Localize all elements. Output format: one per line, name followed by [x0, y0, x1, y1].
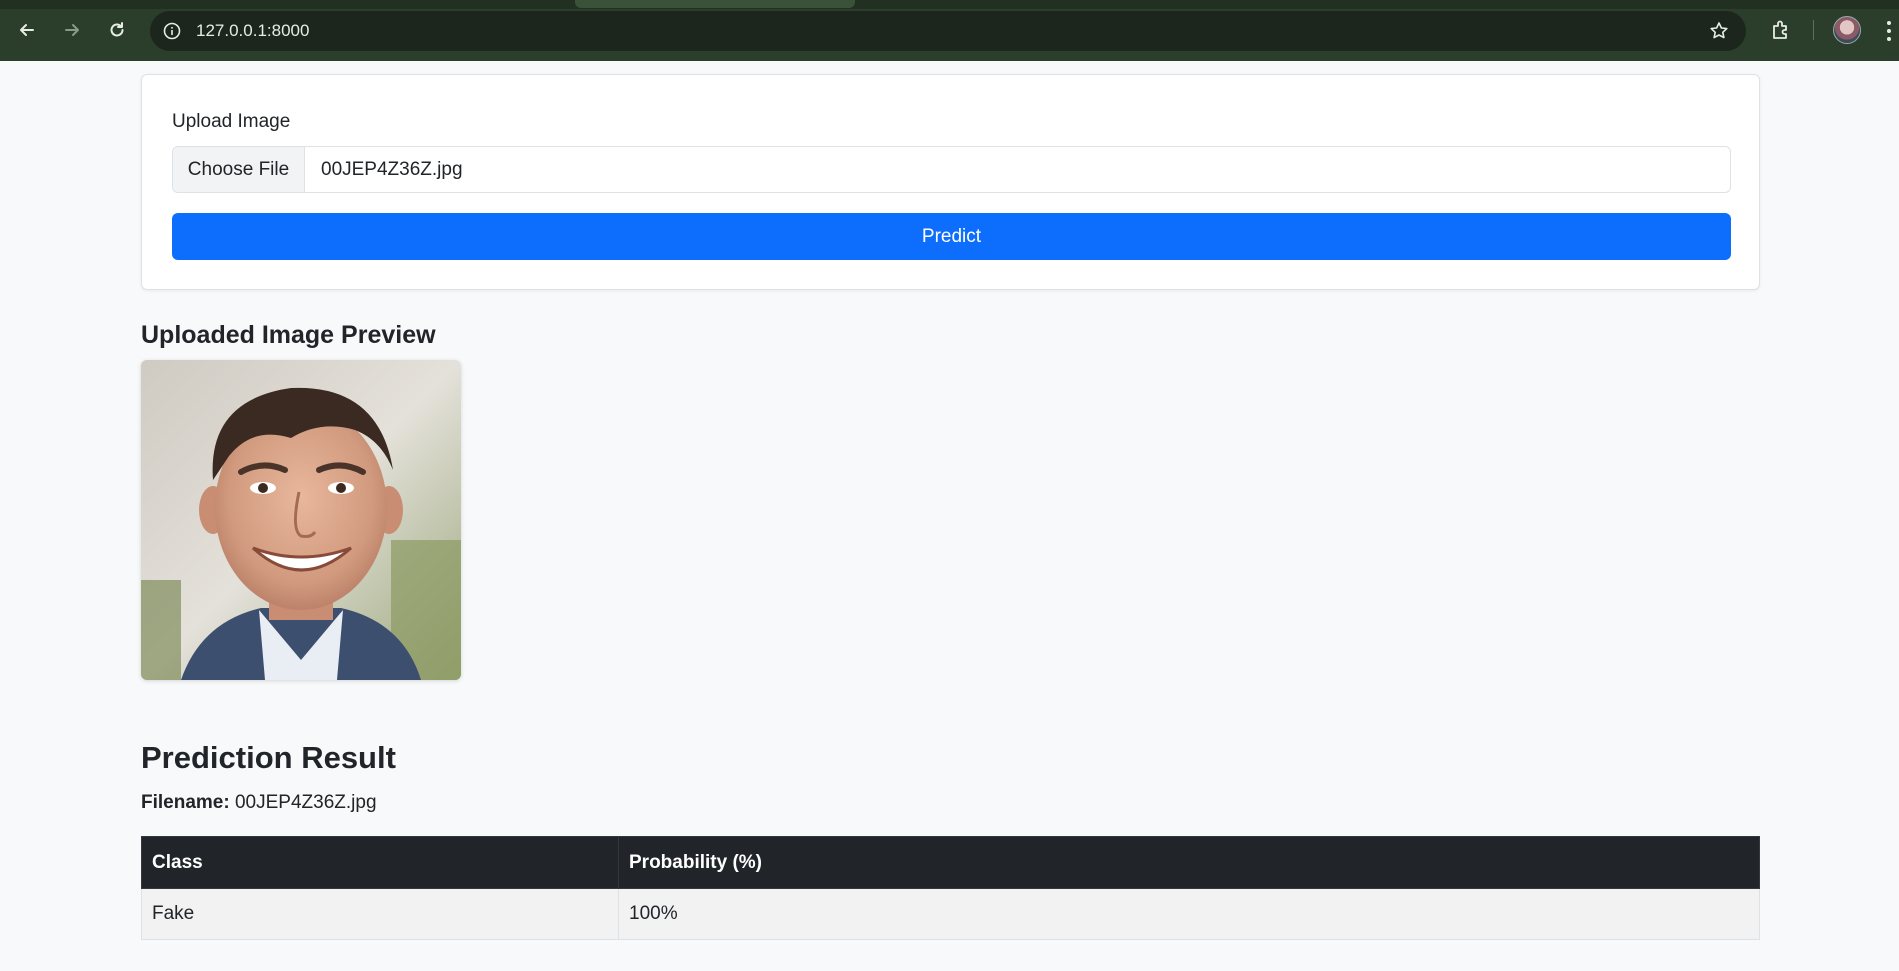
predict-button[interactable]: Predict — [172, 213, 1731, 260]
results-table: Class Probability (%) Fake 100% — [141, 836, 1760, 940]
filename-label: Filename: — [141, 792, 230, 813]
filename-line: Filename: 00JEP4Z36Z.jpg — [141, 792, 377, 814]
profile-avatar[interactable] — [1833, 16, 1861, 44]
toolbar-divider — [1813, 20, 1814, 40]
face-photo — [141, 360, 461, 680]
cell-class: Fake — [141, 888, 619, 940]
file-input[interactable]: Choose File 00JEP4Z36Z.jpg — [172, 146, 1731, 193]
reload-button[interactable] — [100, 13, 134, 47]
forward-button[interactable] — [55, 13, 89, 47]
url-text[interactable]: 127.0.0.1:8000 — [196, 21, 309, 41]
back-arrow-icon — [20, 24, 34, 36]
table-header-row: Class Probability (%) — [141, 836, 1760, 889]
browser-toolbar: 127.0.0.1:8000 — [0, 0, 1899, 61]
upload-label: Upload Image — [172, 111, 291, 132]
column-header-class: Class — [141, 836, 619, 889]
tab-strip — [0, 0, 1899, 9]
preview-heading: Uploaded Image Preview — [141, 321, 436, 349]
result-heading: Prediction Result — [141, 740, 396, 775]
selected-file-name: 00JEP4Z36Z.jpg — [321, 159, 463, 180]
reload-icon — [110, 22, 124, 37]
uploaded-image-preview — [141, 360, 461, 680]
active-tab-edge[interactable] — [575, 0, 855, 8]
filename-value: 00JEP4Z36Z.jpg — [234, 792, 377, 813]
column-header-probability: Probability (%) — [618, 836, 1760, 889]
table-row: Fake 100% — [141, 888, 1760, 940]
back-button[interactable] — [10, 13, 44, 47]
info-icon[interactable] — [162, 21, 182, 41]
address-bar[interactable]: 127.0.0.1:8000 — [150, 11, 1746, 51]
extensions-icon[interactable] — [1768, 17, 1794, 43]
upload-card: Upload Image Choose File 00JEP4Z36Z.jpg … — [141, 74, 1760, 290]
menu-dots-icon[interactable] — [1885, 18, 1893, 44]
star-icon[interactable] — [1708, 20, 1730, 42]
cell-probability: 100% — [618, 888, 1760, 940]
choose-file-button[interactable]: Choose File — [173, 147, 305, 192]
forward-arrow-icon — [65, 24, 79, 36]
